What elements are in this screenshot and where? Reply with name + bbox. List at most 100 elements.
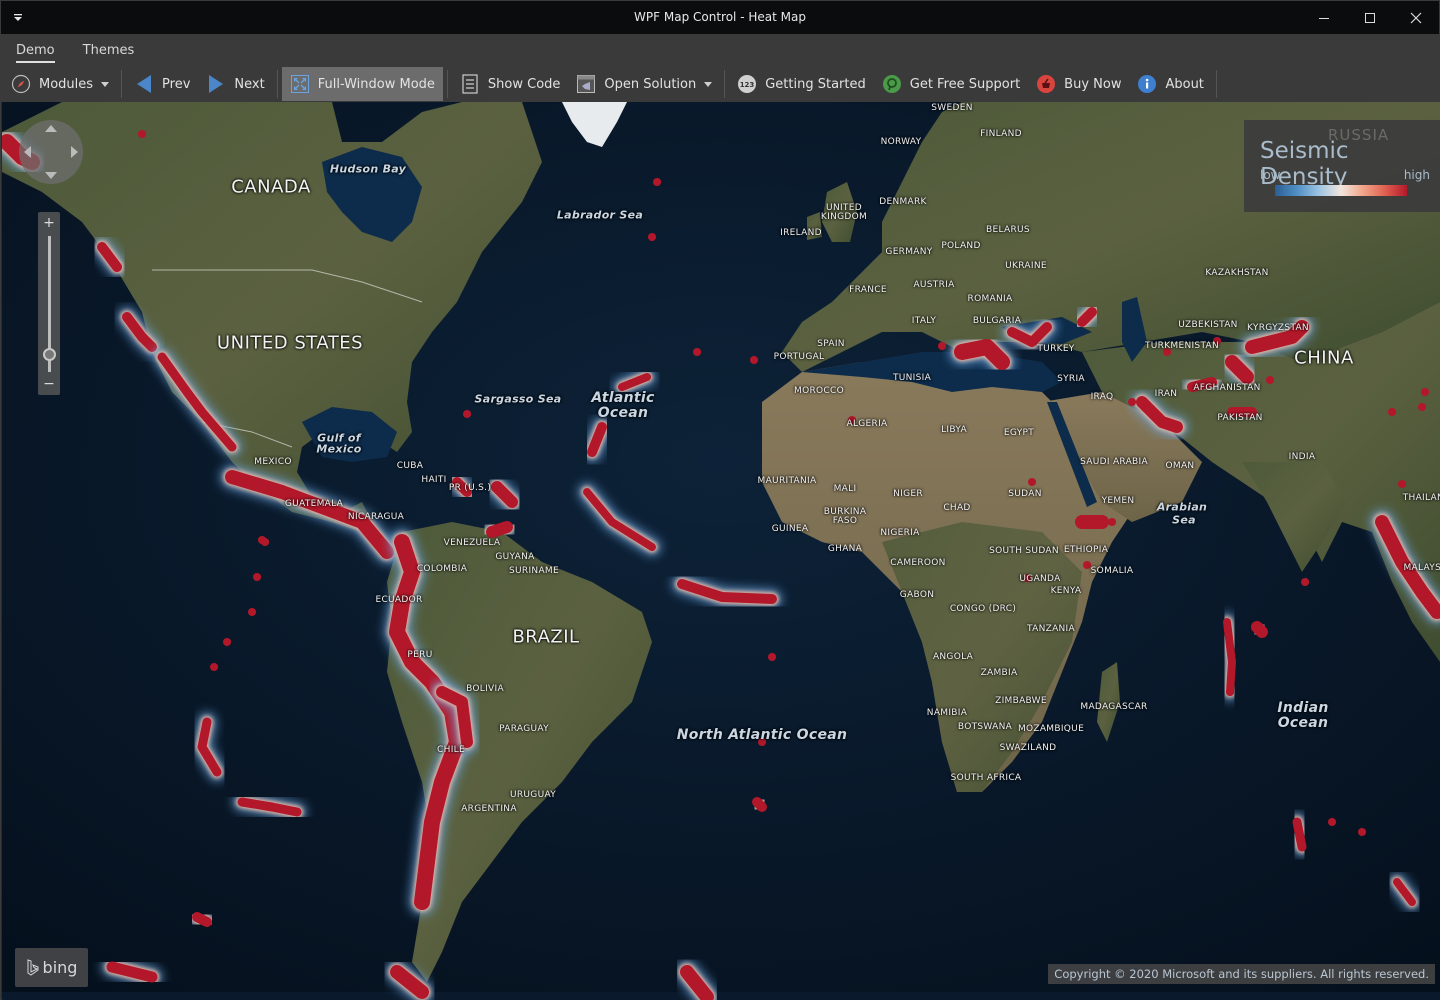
toolbar: Modules Prev Next Full-Window Mode Show … <box>1 66 1439 102</box>
map-label-country: HAITI <box>421 475 447 485</box>
zoom-in-button[interactable]: + <box>38 216 60 230</box>
map-label-country: NORWAY <box>880 137 922 147</box>
map-label-country: FRANCE <box>849 285 887 295</box>
visual-studio-icon <box>576 74 596 94</box>
about-button[interactable]: About <box>1129 67 1211 101</box>
map-label-big: BRAZIL <box>512 626 580 648</box>
modules-button[interactable]: Modules <box>1 67 117 101</box>
minimize-button[interactable] <box>1301 1 1347 34</box>
map-label-country: NICARAGUA <box>347 512 405 522</box>
pan-up-icon[interactable] <box>45 125 57 132</box>
map-label-country: IRELAND <box>780 228 822 238</box>
heatmap-legend: RUSSIA Seismic Density low high <box>1244 120 1440 212</box>
ribbon: Demo Themes Modules Prev Next Full-Windo… <box>1 34 1439 102</box>
map-view[interactable]: CANADA UNITED STATES BRAZIL CHINA SWEDEN FINL… <box>2 102 1440 1000</box>
title-bar: WPF Map Control - Heat Map <box>1 1 1439 34</box>
map-label-country: MOROCCO <box>794 386 844 396</box>
map-label-country: KENYA <box>1050 586 1082 596</box>
support-icon <box>882 74 902 94</box>
map-label-ocean: North Atlantic Ocean <box>676 727 848 743</box>
map-label-country: MOZAMBIQUE <box>1017 724 1085 734</box>
map-label-country: SOUTH AFRICA <box>950 773 1022 783</box>
toolbar-separator <box>446 70 448 98</box>
pan-navigator[interactable] <box>19 120 83 184</box>
next-label: Next <box>234 76 265 92</box>
full-window-mode-button[interactable]: Full-Window Mode <box>281 67 443 101</box>
toolbar-separator <box>724 70 726 98</box>
map-label-country: CHILE <box>437 745 465 755</box>
map-label-country: IRAQ <box>1090 392 1114 402</box>
map-label-country: SUDAN <box>1008 489 1042 499</box>
map-label-country: VENEZUELA <box>443 538 501 548</box>
get-free-support-button[interactable]: Get Free Support <box>874 67 1028 101</box>
map-label-country: GUYANA <box>495 552 535 562</box>
chevron-down-icon <box>704 81 713 87</box>
map-label-country: BOLIVIA <box>466 684 504 694</box>
close-button[interactable] <box>1393 1 1439 34</box>
svg-text:123: 123 <box>740 81 755 89</box>
map-label-country: GUINEA <box>771 524 809 534</box>
pan-right-icon[interactable] <box>71 146 78 158</box>
map-label-country: KINGDOM <box>820 212 868 222</box>
info-icon <box>1137 74 1157 94</box>
map-label-country: ETHIOPIA <box>1063 545 1109 555</box>
zoom-out-button[interactable]: − <box>38 377 60 391</box>
map-label-country: PAKISTAN <box>1217 413 1263 423</box>
map-label-country: MADAGASCAR <box>1080 702 1148 712</box>
prev-arrow-icon <box>134 74 154 94</box>
toolbar-separator <box>121 70 123 98</box>
map-label-country: SOMALIA <box>1090 566 1134 576</box>
map-label-country: COLOMBIA <box>416 564 468 574</box>
tab-demo[interactable]: Demo <box>1 34 69 64</box>
map-label-country: THAILAND <box>1402 493 1440 503</box>
map-label-country: PORTUGAL <box>773 352 825 362</box>
map-label-country: BELARUS <box>986 225 1030 235</box>
map-label-country: MALAYSIA <box>1403 563 1440 573</box>
map-label-country: SWEDEN <box>931 103 973 113</box>
pan-left-icon[interactable] <box>24 146 31 158</box>
ribbon-tabs: Demo Themes <box>1 34 148 64</box>
maximize-button[interactable] <box>1347 1 1393 34</box>
map-label-country: PR (U.S.) <box>448 483 492 493</box>
zoom-thumb[interactable] <box>43 348 56 361</box>
map-label-country: CUBA <box>396 461 424 471</box>
map-label-country: DENMARK <box>879 197 927 207</box>
fullscreen-icon <box>290 74 310 94</box>
toolbar-separator <box>1215 70 1217 98</box>
map-label-country: GABON <box>899 590 935 600</box>
next-button[interactable]: Next <box>198 67 272 101</box>
map-label-country: TURKEY <box>1037 344 1075 354</box>
map-label-country: FASO <box>832 516 858 526</box>
getting-started-button[interactable]: 123 Getting Started <box>729 67 874 101</box>
map-label-country: NAMIBIA <box>926 708 968 718</box>
map-label-country: AFGHANISTAN <box>1193 383 1261 393</box>
legend-title: Seismic Density <box>1260 138 1349 190</box>
heat-core <box>1292 817 1307 852</box>
map-label-country: KAZAKHSTAN <box>1205 268 1269 278</box>
full-window-mode-label: Full-Window Mode <box>317 76 435 92</box>
map-label-country: MALI <box>833 484 857 494</box>
window-title: WPF Map Control - Heat Map <box>634 10 806 24</box>
prev-button[interactable]: Prev <box>126 67 198 101</box>
map-label-country: UGANDA <box>1019 574 1061 584</box>
map-label-country: MAURITANIA <box>757 476 817 486</box>
show-code-button[interactable]: Show Code <box>452 67 569 101</box>
map-label-sea: Hudson Bay <box>329 162 407 176</box>
map-label-country: GERMANY <box>885 247 933 257</box>
map-label-country: CAMEROON <box>890 558 946 568</box>
modules-label: Modules <box>39 76 94 92</box>
chevron-down-icon <box>101 81 110 87</box>
map-label-country: OMAN <box>1165 461 1195 471</box>
zoom-slider[interactable]: + − <box>38 212 60 395</box>
map-label-country: UKRAINE <box>1005 261 1047 271</box>
map-label-country: TANZANIA <box>1027 624 1075 634</box>
map-label-country: YEMEN <box>1101 496 1135 506</box>
getting-started-123-icon: 123 <box>737 74 757 94</box>
map-label-country: FINLAND <box>980 129 1022 139</box>
buy-now-button[interactable]: Buy Now <box>1028 67 1129 101</box>
bing-logo: bing <box>15 948 88 987</box>
pan-down-icon[interactable] <box>45 172 57 179</box>
toolbar-separator <box>276 70 278 98</box>
tab-themes[interactable]: Themes <box>69 34 149 64</box>
open-solution-button[interactable]: Open Solution <box>568 67 720 101</box>
